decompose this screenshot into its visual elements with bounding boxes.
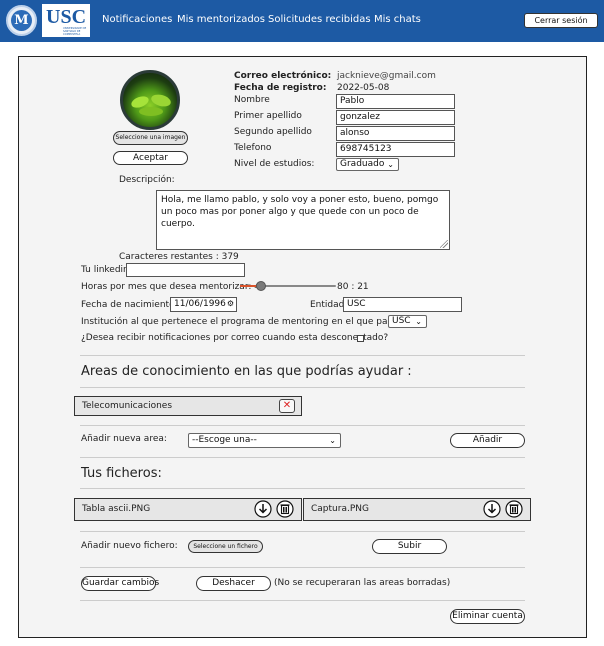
hours-slider-thumb[interactable]	[256, 281, 266, 291]
education-select-value: Graduado	[340, 159, 385, 169]
divider	[80, 600, 525, 601]
divider	[80, 425, 525, 426]
upload-button[interactable]: Subir	[372, 539, 447, 554]
name-label: Nombre	[234, 95, 270, 105]
phone-field[interactable]: 698745123	[336, 142, 455, 157]
undo-button[interactable]: Deshacer	[196, 576, 271, 591]
notify-checkbox[interactable]	[357, 335, 364, 342]
linkedin-label: Tu linkedin	[81, 265, 129, 275]
resize-grip-icon[interactable]	[440, 240, 448, 248]
nav-link-mis-chats[interactable]: Mis chats	[374, 14, 421, 25]
first-surname-field[interactable]: gonzalez	[336, 110, 455, 125]
download-icon[interactable]	[254, 500, 272, 518]
university-abbr: USC	[46, 6, 87, 28]
close-icon[interactable]: ✕	[279, 399, 295, 413]
undo-note: (No se recuperaran las areas borradas)	[274, 578, 451, 588]
linkedin-field[interactable]	[126, 263, 245, 277]
file-item-label: Captura.PNG	[311, 504, 369, 514]
hours-label: Horas por mes que desea mentorizar: 4	[81, 282, 260, 292]
calendar-icon[interactable]: ⚙	[227, 298, 234, 309]
app-logo[interactable]: M	[6, 5, 37, 36]
area-select[interactable]: --Escoge una-- ⌄	[188, 433, 341, 448]
name-field[interactable]: Pablo	[336, 94, 455, 109]
nav-link-notificaciones[interactable]: Notificaciones	[102, 14, 172, 25]
email-value: jacknieve@gmail.com	[337, 71, 436, 81]
delete-account-button[interactable]: Eliminar cuenta	[450, 609, 525, 624]
email-label: Correo electrónico:	[234, 71, 332, 81]
area-select-value: --Escoge una--	[192, 435, 257, 445]
add-file-label: Añadir nuevo fichero:	[81, 541, 178, 551]
university-logo: USC UNIVERSIDADE DE SANTIAGO DE COMPOSTE…	[42, 4, 90, 37]
app-logo-letter: M	[11, 10, 32, 31]
nav-link-solicitudes-recibidas[interactable]: Solicitudes recibidas	[268, 14, 371, 25]
description-label: Descripción:	[119, 175, 175, 185]
institution-select-value: USC	[392, 316, 411, 326]
entity-label: Entidad	[310, 300, 345, 310]
download-icon[interactable]	[483, 500, 501, 518]
add-area-label: Añadir nueva area:	[81, 434, 167, 444]
chevron-down-icon: ⌄	[387, 160, 394, 169]
second-surname-field[interactable]: alonso	[336, 126, 455, 141]
birth-date-field[interactable]: 11/06/1996 ⚙	[170, 297, 237, 312]
areas-title: Areas de conocimiento en las que podrías…	[81, 364, 412, 379]
chevron-down-icon: ⌄	[415, 317, 422, 326]
save-button[interactable]: Guardar cambios	[81, 576, 159, 591]
trash-icon[interactable]	[276, 500, 294, 518]
add-area-button[interactable]: Añadir	[450, 433, 525, 448]
description-textarea[interactable]: Hola, me llamo pablo, y solo voy a poner…	[156, 190, 450, 250]
top-navbar: M USC UNIVERSIDADE DE SANTIAGO DE COMPOS…	[0, 0, 604, 42]
divider	[80, 387, 525, 388]
birth-label: Fecha de nacimiento:	[81, 300, 178, 310]
entity-field[interactable]: USC	[343, 297, 462, 312]
institution-label: Institución al que pertenece el programa…	[81, 317, 424, 327]
education-label: Nivel de estudios:	[234, 159, 315, 169]
trash-icon[interactable]	[505, 500, 523, 518]
divider	[80, 355, 525, 356]
select-image-button[interactable]: Seleccione una imagen	[113, 131, 188, 145]
logout-button[interactable]: Cerrar sesión	[524, 13, 598, 28]
files-title: Tus ficheros:	[81, 466, 162, 481]
divider	[80, 488, 525, 489]
first-surname-label: Primer apellido	[234, 111, 302, 121]
divider	[80, 457, 525, 458]
area-chip-label: Telecomunicaciones	[82, 401, 173, 411]
birth-date-value: 11/06/1996	[174, 299, 226, 309]
nav-link-mis-mentorizados[interactable]: Mis mentorizados	[177, 14, 265, 25]
file-item-label: Tabla ascii.PNG	[82, 504, 151, 514]
notify-label: ¿Desea recibir notificaciones por correo…	[81, 333, 389, 343]
education-select[interactable]: Graduado ⌄	[336, 158, 399, 171]
select-file-button[interactable]: Seleccione un fichero	[188, 540, 263, 553]
phone-label: Telefono	[234, 143, 272, 153]
chars-remaining: Caracteres restantes : 379	[119, 252, 239, 262]
divider	[80, 531, 525, 532]
registration-value: 2022-05-08	[337, 83, 390, 93]
avatar	[120, 70, 180, 130]
divider	[80, 567, 525, 568]
area-chip: Telecomunicaciones ✕	[74, 396, 302, 416]
chevron-down-icon: ⌄	[329, 436, 336, 445]
description-text: Hola, me llamo pablo, y solo voy a poner…	[161, 195, 439, 229]
institution-select[interactable]: USC ⌄	[388, 315, 427, 328]
registration-label: Fecha de registro:	[234, 83, 327, 93]
hours-max-text: 80 : 21	[337, 282, 369, 292]
university-tagline: UNIVERSIDADE DE SANTIAGO DE COMPOSTELA	[63, 27, 87, 36]
accept-image-button[interactable]: Aceptar	[113, 151, 188, 165]
second-surname-label: Segundo apellido	[234, 127, 312, 137]
